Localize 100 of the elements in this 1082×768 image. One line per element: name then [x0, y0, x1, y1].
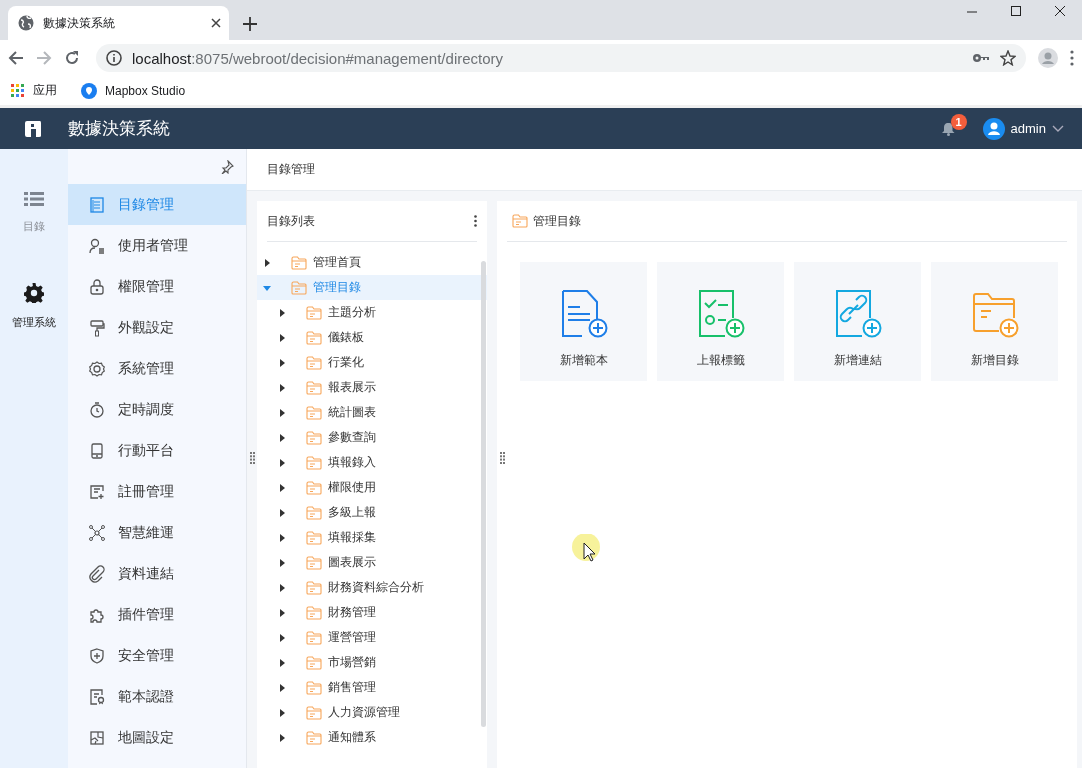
nav-item[interactable]: 安全管理: [68, 635, 246, 676]
avatar-icon[interactable]: [1038, 48, 1058, 68]
nav-item[interactable]: 系統管理: [68, 348, 246, 389]
folder-icon: [306, 480, 322, 495]
tree-item[interactable]: 報表展示: [257, 375, 487, 400]
key-icon[interactable]: [972, 52, 990, 64]
bookmark[interactable]: Mapbox Studio: [81, 82, 186, 99]
folder-icon: [306, 605, 322, 620]
nav-item[interactable]: 範本認證: [68, 676, 246, 717]
drag-handle-icon[interactable]: [250, 452, 255, 464]
tree-item[interactable]: 統計圖表: [257, 400, 487, 425]
stopwatch-icon: [88, 400, 106, 419]
nav-item[interactable]: 定時調度: [68, 389, 246, 430]
caret-right-icon[interactable]: [263, 258, 271, 267]
folder-icon: [306, 305, 322, 320]
folder-icon: [306, 555, 322, 570]
pin-icon[interactable]: [220, 159, 234, 174]
rail-item[interactable]: 管理系統: [0, 283, 68, 330]
action-card[interactable]: 新增範本: [520, 262, 647, 381]
folder-icon: [306, 405, 322, 420]
tree-item[interactable]: 主題分析: [257, 300, 487, 325]
tab-title: 數據決策系統: [43, 14, 116, 32]
tree-item[interactable]: 銷售管理: [257, 675, 487, 700]
folder-icon: [306, 455, 322, 470]
caret-right-icon[interactable]: [278, 733, 286, 742]
caret-right-icon[interactable]: [278, 583, 286, 592]
more-icon[interactable]: [474, 215, 477, 227]
caret-right-icon[interactable]: [278, 633, 286, 642]
tree-item[interactable]: 管理首頁: [257, 250, 487, 275]
scrollbar[interactable]: [481, 261, 486, 727]
tree-item[interactable]: 人力資源管理: [257, 700, 487, 725]
paperclip-icon: [88, 564, 106, 583]
tree-item[interactable]: 通知體系: [257, 725, 487, 750]
tree-item[interactable]: 圖表展示: [257, 550, 487, 575]
caret-right-icon[interactable]: [278, 558, 286, 567]
nav-item[interactable]: 插件管理: [68, 594, 246, 635]
folder-title: 管理目錄: [533, 212, 581, 230]
caret-right-icon[interactable]: [278, 608, 286, 617]
logo-icon: [24, 119, 42, 138]
tree-item[interactable]: 財務資料綜合分析: [257, 575, 487, 600]
address-bar[interactable]: localhost:8075/webroot/decision#management/directory: [96, 44, 1026, 72]
caret-down-icon[interactable]: [263, 283, 271, 292]
folder-icon: [306, 355, 322, 370]
nav-item[interactable]: 註冊管理: [68, 471, 246, 512]
nav-item[interactable]: 智慧維運: [68, 512, 246, 553]
back-icon[interactable]: [8, 50, 24, 66]
caret-right-icon[interactable]: [278, 483, 286, 492]
browser-tab[interactable]: 數據決策系統: [8, 6, 229, 40]
tree-item[interactable]: 市場營銷: [257, 650, 487, 675]
action-card[interactable]: 新增連結: [794, 262, 921, 381]
nav-item[interactable]: 權限管理: [68, 266, 246, 307]
settings-icon: [24, 283, 44, 303]
user-menu[interactable]: admin: [982, 117, 1064, 140]
nav-item[interactable]: 使用者管理: [68, 225, 246, 266]
caret-right-icon[interactable]: [278, 708, 286, 717]
tree-item[interactable]: 參數查詢: [257, 425, 487, 450]
caret-right-icon[interactable]: [278, 433, 286, 442]
app-title: 數據決策系統: [68, 118, 171, 140]
caret-right-icon[interactable]: [278, 458, 286, 467]
certificate-icon: [88, 687, 106, 706]
cursor-icon: [572, 534, 602, 564]
bell-icon[interactable]: [941, 121, 955, 136]
caret-right-icon[interactable]: [278, 508, 286, 517]
plus-icon[interactable]: [243, 17, 257, 31]
folder-icon: [306, 730, 322, 745]
tree-item[interactable]: 財務管理: [257, 600, 487, 625]
close-icon[interactable]: [211, 18, 221, 28]
reload-icon[interactable]: [64, 50, 80, 66]
url-text[interactable]: localhost:8075/webroot/decision#management/directory: [132, 49, 962, 67]
action-card[interactable]: 新增目錄: [931, 262, 1058, 381]
caret-right-icon[interactable]: [278, 533, 286, 542]
tree-item[interactable]: 多級上報: [257, 500, 487, 525]
tree-item[interactable]: 運營管理: [257, 625, 487, 650]
tree-item[interactable]: 填報錄入: [257, 450, 487, 475]
nav-item[interactable]: 行動平台: [68, 430, 246, 471]
caret-right-icon[interactable]: [278, 383, 286, 392]
user-icon: [88, 236, 106, 255]
caret-right-icon[interactable]: [278, 358, 286, 367]
tree-item[interactable]: 填報採集: [257, 525, 487, 550]
action-card[interactable]: 上報標籤: [657, 262, 784, 381]
nav-item[interactable]: 資料連結: [68, 553, 246, 594]
folder-icon: [306, 380, 322, 395]
user-avatar-icon: [982, 117, 1005, 140]
caret-right-icon[interactable]: [278, 658, 286, 667]
caret-right-icon[interactable]: [278, 333, 286, 342]
tree-item[interactable]: 行業化: [257, 350, 487, 375]
star-icon[interactable]: [1000, 50, 1016, 66]
tree-item[interactable]: 權限使用: [257, 475, 487, 500]
nav-item[interactable]: 地圖設定: [68, 717, 246, 758]
nav-item[interactable]: 外觀設定: [68, 307, 246, 348]
folder-icon: [306, 630, 322, 645]
tree-item[interactable]: 儀錶板: [257, 325, 487, 350]
caret-right-icon[interactable]: [278, 308, 286, 317]
panel-title: 目錄列表: [267, 212, 315, 230]
menu-icon[interactable]: [1070, 50, 1074, 66]
location-pin-icon: [81, 82, 97, 99]
drag-handle-icon[interactable]: [500, 452, 505, 464]
bookmark[interactable]: 应用: [11, 82, 57, 99]
caret-right-icon[interactable]: [278, 408, 286, 417]
caret-right-icon[interactable]: [278, 683, 286, 692]
